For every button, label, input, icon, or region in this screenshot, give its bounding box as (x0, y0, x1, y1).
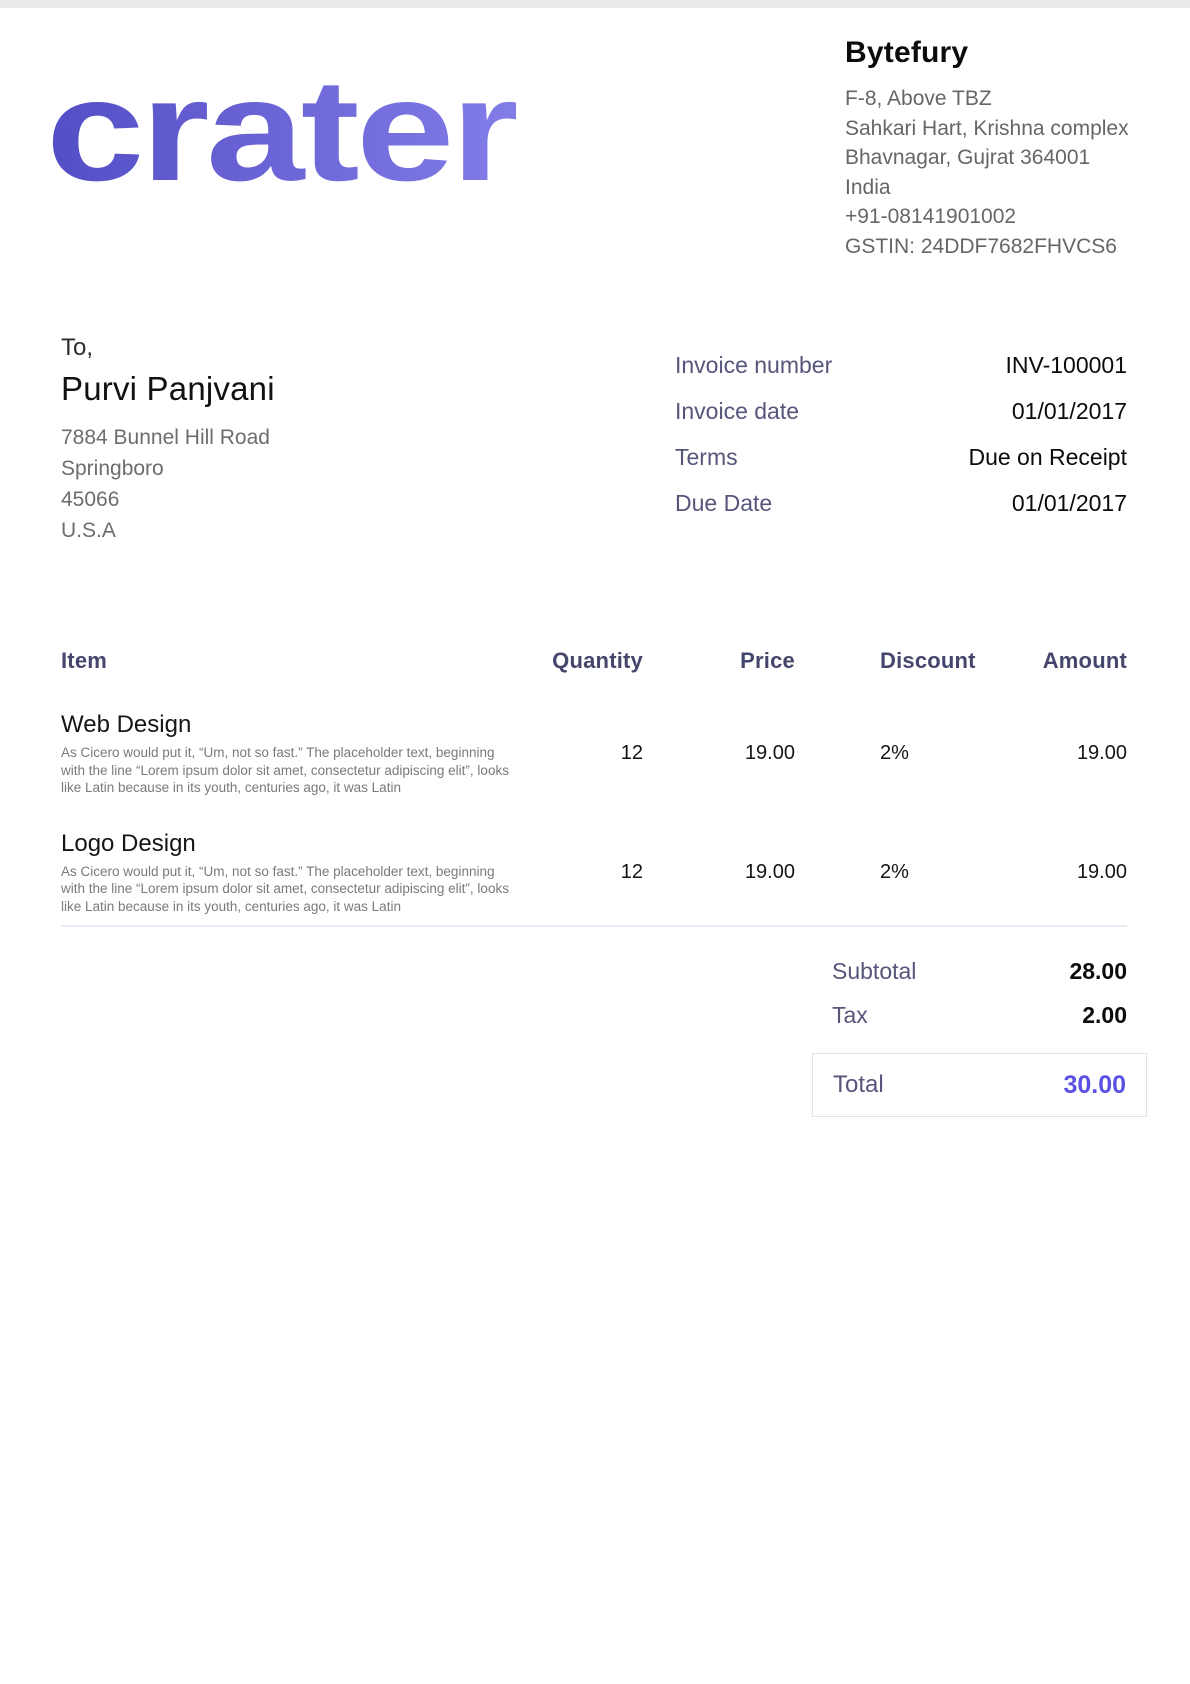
tax-value: 2.00 (1082, 1002, 1127, 1029)
company-address: F-8, Above TBZ Sahkari Hart, Krishna com… (845, 84, 1175, 261)
totals-section: Subtotal 28.00 Tax 2.00 Total 30.00 (812, 958, 1147, 1117)
logo-text: crater (46, 58, 516, 208)
company-name: Bytefury (845, 36, 1175, 70)
item-discount: 2% (880, 829, 995, 916)
invoice-number-value: INV-100001 (1006, 352, 1127, 379)
item-name: Logo Design (61, 829, 521, 859)
item-discount: 2% (880, 710, 995, 797)
company-address-line: India (845, 173, 1175, 203)
table-bottom-divider (61, 925, 1127, 927)
terms-row: Terms Due on Receipt (675, 444, 1127, 490)
bill-to-section: To, Purvi Panjvani 7884 Bunnel Hill Road… (61, 334, 275, 546)
customer-address: 7884 Bunnel Hill Road Springboro 45066 U… (61, 422, 275, 546)
grand-total-label: Total (833, 1071, 884, 1099)
invoice-date-value: 01/01/2017 (1012, 398, 1127, 425)
due-date-row: Due Date 01/01/2017 (675, 490, 1127, 536)
page-top-divider (0, 0, 1190, 8)
grand-total-box: Total 30.00 (812, 1053, 1147, 1117)
header-amount: Amount (995, 648, 1127, 682)
item-row: Web Design As Cicero would put it, “Um, … (61, 710, 1127, 797)
tax-row: Tax 2.00 (812, 1002, 1147, 1031)
customer-address-line: 7884 Bunnel Hill Road (61, 422, 275, 453)
company-phone: +91-08141901002 (845, 202, 1175, 232)
terms-value: Due on Receipt (968, 444, 1127, 471)
company-address-line: F-8, Above TBZ (845, 84, 1175, 114)
item-description: As Cicero would put it, “Um, not so fast… (61, 863, 511, 916)
subtotal-value: 28.00 (1069, 958, 1127, 985)
item-price: 19.00 (643, 710, 795, 797)
items-table-header: Item Quantity Price Discount Amount (61, 648, 1127, 682)
item-quantity: 12 (521, 710, 643, 797)
item-amount: 19.00 (995, 829, 1127, 916)
invoice-meta: Invoice number INV-100001 Invoice date 0… (675, 352, 1127, 536)
crater-logo: crater (46, 58, 516, 213)
header-discount: Discount (880, 648, 995, 682)
customer-address-line: Springboro (61, 453, 275, 484)
terms-label: Terms (675, 444, 738, 471)
due-date-value: 01/01/2017 (1012, 490, 1127, 517)
invoice-number-row: Invoice number INV-100001 (675, 352, 1127, 398)
grand-total-value: 30.00 (1063, 1071, 1126, 1100)
subtotal-label: Subtotal (832, 958, 916, 985)
company-address-line: Bhavnagar, Gujrat 364001 (845, 143, 1175, 173)
customer-address-line: 45066 (61, 484, 275, 515)
header-price: Price (643, 648, 795, 682)
item-quantity: 12 (521, 829, 643, 916)
header-item: Item (61, 648, 521, 682)
bill-to-label: To, (61, 334, 275, 362)
company-address-line: Sahkari Hart, Krishna complex (845, 114, 1175, 144)
header-quantity: Quantity (521, 648, 643, 682)
crater-logo-wordmark: crater (46, 58, 516, 208)
item-price: 19.00 (643, 829, 795, 916)
subtotal-row: Subtotal 28.00 (812, 958, 1147, 987)
customer-name: Purvi Panjvani (61, 370, 275, 408)
item-name: Web Design (61, 710, 521, 740)
tax-label: Tax (832, 1002, 868, 1029)
item-amount: 19.00 (995, 710, 1127, 797)
customer-address-line: U.S.A (61, 515, 275, 546)
due-date-label: Due Date (675, 490, 772, 517)
item-description: As Cicero would put it, “Um, not so fast… (61, 744, 511, 797)
company-gstin: GSTIN: 24DDF7682FHVCS6 (845, 232, 1175, 262)
item-row: Logo Design As Cicero would put it, “Um,… (61, 829, 1127, 916)
invoice-number-label: Invoice number (675, 352, 832, 379)
items-table: Item Quantity Price Discount Amount Web … (61, 648, 1127, 927)
company-info: Bytefury F-8, Above TBZ Sahkari Hart, Kr… (845, 36, 1175, 261)
invoice-date-row: Invoice date 01/01/2017 (675, 398, 1127, 444)
invoice-date-label: Invoice date (675, 398, 799, 425)
